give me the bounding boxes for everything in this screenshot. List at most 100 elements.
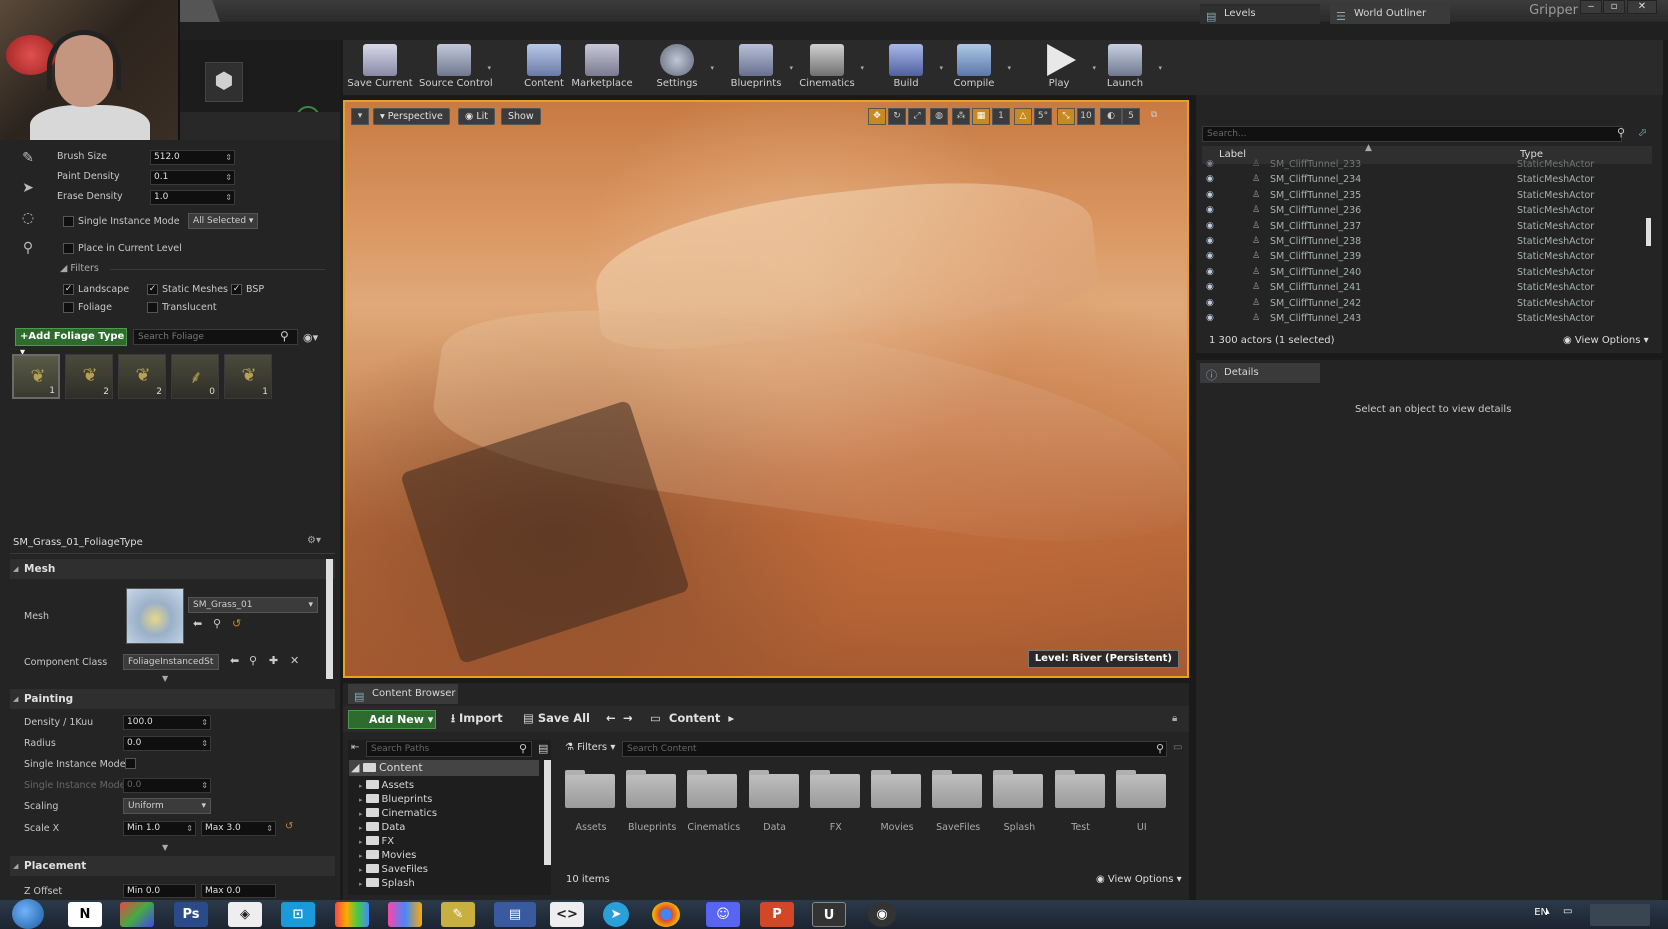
- visibility-icon[interactable]: ◉: [1206, 205, 1214, 215]
- outliner-view-options[interactable]: ◉ View Options ▾: [1563, 335, 1649, 346]
- save-current-button[interactable]: Save Current: [345, 44, 415, 89]
- surface-snap-icon[interactable]: ⁂: [952, 108, 970, 125]
- tab-world-outliner[interactable]: ☰ World Outliner: [1330, 4, 1450, 24]
- content-view-options[interactable]: ◉ View Options ▾: [1096, 874, 1182, 885]
- place-current-checkbox[interactable]: [63, 243, 74, 254]
- content-folder[interactable]: Assets: [565, 770, 617, 833]
- visibility-icon[interactable]: ◉: [1206, 236, 1214, 246]
- launch-button[interactable]: Launch ▾: [1090, 44, 1162, 89]
- powerpoint-icon[interactable]: P: [760, 902, 794, 927]
- tree-item[interactable]: ▸ Movies: [359, 850, 416, 861]
- outliner-row[interactable]: ◉ ♙ SM_CliffTunnel_240 StaticMeshActor: [1202, 267, 1642, 282]
- mesh-dropdown[interactable]: SM_Grass_01 ▾: [188, 597, 318, 613]
- search-content-input[interactable]: Search Content: [622, 741, 1167, 757]
- blueprints-button[interactable]: Blueprints ▾: [721, 44, 793, 89]
- single-instance-checkbox[interactable]: [63, 216, 74, 227]
- scale-x-max-field[interactable]: Max 3.0 ⇕: [201, 821, 276, 836]
- paint-density-field[interactable]: 0.1 ⇕: [150, 170, 235, 185]
- back-button[interactable]: ←: [606, 711, 616, 725]
- content-folder[interactable]: Cinematics: [687, 770, 740, 833]
- scale-icon[interactable]: ⤢: [908, 108, 926, 125]
- foliage-mode-icon[interactable]: ⬢: [205, 62, 243, 102]
- foliage-checkbox[interactable]: [63, 302, 74, 313]
- grid-snap-value[interactable]: 1: [992, 108, 1010, 125]
- lock-icon[interactable]: 🔒︎: [1172, 713, 1177, 724]
- content-folder[interactable]: Data: [748, 770, 801, 833]
- landscape-checkbox[interactable]: ✓: [63, 284, 74, 295]
- tree-item[interactable]: ▸ SaveFiles: [359, 864, 428, 875]
- z-offset-min-field[interactable]: Min 0.0: [123, 884, 196, 898]
- visibility-icon[interactable]: ◉: [1206, 190, 1214, 200]
- foliage-type-thumb[interactable]: ❦ 1: [224, 354, 272, 399]
- show-button[interactable]: Show: [501, 108, 541, 125]
- tree-item[interactable]: ▸ Data: [359, 822, 405, 833]
- save-search-icon[interactable]: ▭: [1173, 742, 1182, 753]
- tree-item[interactable]: ▸ Cinematics: [359, 808, 437, 819]
- app-icon[interactable]: [335, 902, 369, 927]
- mesh-section-header[interactable]: Mesh: [10, 559, 335, 579]
- rotation-snap-value[interactable]: 5°: [1034, 108, 1052, 125]
- translate-icon[interactable]: ✥: [868, 108, 886, 125]
- foliage-type-thumb[interactable]: ❦ 2: [65, 354, 113, 399]
- search-paths-input[interactable]: Search Paths: [366, 741, 532, 757]
- photoshop-icon[interactable]: Ps: [174, 902, 208, 927]
- minimize-button[interactable]: ‒: [1580, 0, 1602, 14]
- build-button[interactable]: Build ▾: [871, 44, 943, 89]
- visibility-icon[interactable]: ◉: [1206, 174, 1214, 184]
- tab-content-browser[interactable]: ▤ Content Browser: [348, 684, 458, 704]
- scaling-dropdown[interactable]: Uniform ▾: [123, 798, 211, 814]
- content-folder[interactable]: Movies: [871, 770, 923, 833]
- start-button[interactable]: [12, 899, 44, 929]
- tree-item[interactable]: ▸ FX: [359, 836, 394, 847]
- outliner-row[interactable]: ◉ ♙ SM_CliffTunnel_233 StaticMeshActor: [1202, 159, 1642, 174]
- camera-speed-icon[interactable]: ◐: [1100, 108, 1122, 125]
- single-instance-mode-checkbox[interactable]: [125, 758, 136, 769]
- z-offset-max-field[interactable]: Max 0.0: [201, 884, 276, 898]
- chrome-icon[interactable]: [652, 902, 680, 927]
- tab-details[interactable]: ⓘ Details: [1200, 363, 1320, 383]
- foliage-type-thumb[interactable]: ❦ 2: [118, 354, 166, 399]
- cinematics-button[interactable]: Cinematics ▾: [792, 44, 864, 89]
- visibility-icon[interactable]: ◉: [1206, 282, 1214, 292]
- discord-icon[interactable]: ☺: [706, 902, 740, 927]
- app-icon[interactable]: ◈: [228, 902, 262, 927]
- search-foliage-input[interactable]: Search Foliage: [133, 329, 298, 345]
- settings-button[interactable]: Settings ▾: [642, 44, 714, 89]
- content-folder[interactable]: Splash: [993, 770, 1045, 833]
- expand-icon[interactable]: ▼: [162, 674, 168, 683]
- outliner-row[interactable]: ◉ ♙ SM_CliffTunnel_236 StaticMeshActor: [1202, 205, 1642, 220]
- static-meshes-checkbox[interactable]: ✓: [147, 284, 158, 295]
- tree-item[interactable]: ▸ Blueprints: [359, 794, 432, 805]
- paths-scrollbar[interactable]: [544, 760, 551, 865]
- outliner-row[interactable]: ◉ ♙ SM_CliffTunnel_235 StaticMeshActor: [1202, 190, 1642, 205]
- density-field[interactable]: 100.0 ⇕: [123, 715, 211, 730]
- visibility-icon[interactable]: ◉: [1206, 221, 1214, 231]
- content-folder[interactable]: Test: [1054, 770, 1107, 833]
- clear-icon[interactable]: ✕: [290, 654, 299, 667]
- eye-icon[interactable]: ◉▾: [303, 331, 318, 344]
- reset-icon[interactable]: ↺: [285, 821, 293, 832]
- viewport-menu-icon[interactable]: ▾: [351, 108, 369, 125]
- erase-density-field[interactable]: 1.0 ⇕: [150, 190, 235, 205]
- clock[interactable]: [1590, 904, 1650, 926]
- forward-button[interactable]: →: [623, 711, 633, 725]
- scale-x-min-field[interactable]: Min 1.0 ⇕: [123, 821, 196, 836]
- compile-button[interactable]: Compile ▾: [939, 44, 1011, 89]
- use-selected-icon[interactable]: ⬅: [193, 617, 202, 630]
- select-tool-icon[interactable]: ➤: [15, 175, 41, 201]
- photos-icon[interactable]: [120, 902, 154, 927]
- content-folder[interactable]: UI: [1115, 770, 1168, 833]
- notion-icon[interactable]: N: [68, 902, 102, 927]
- app-icon[interactable]: [388, 902, 422, 927]
- panel-scrollbar[interactable]: [326, 559, 333, 679]
- rotation-snap-icon[interactable]: △: [1014, 108, 1032, 125]
- sources-icon[interactable]: ▤: [538, 742, 548, 755]
- brush-size-field[interactable]: 512.0 ⇕: [150, 150, 235, 165]
- visibility-icon[interactable]: ◉: [1206, 267, 1214, 277]
- scale-snap-value[interactable]: 10: [1077, 108, 1095, 125]
- tray-arrow-icon[interactable]: ▴: [1545, 907, 1550, 917]
- use-selected-icon[interactable]: ⬅: [230, 654, 239, 667]
- outliner-row[interactable]: ◉ ♙ SM_CliffTunnel_234 StaticMeshActor: [1202, 174, 1642, 189]
- paths-toggle-icon[interactable]: ⇤: [351, 742, 359, 753]
- maximize-viewport-icon[interactable]: ⧉: [1145, 108, 1163, 125]
